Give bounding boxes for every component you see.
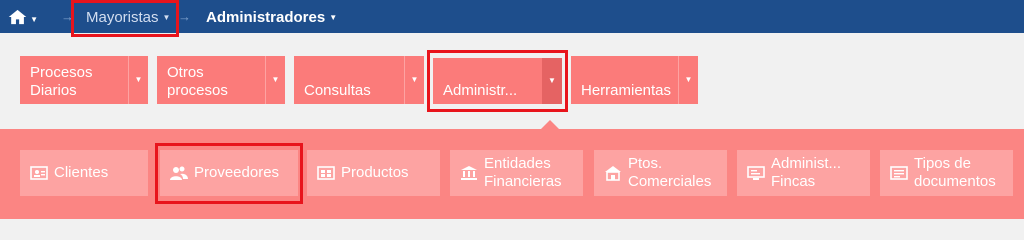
- home-icon: [8, 9, 27, 25]
- products-grid-icon: [317, 164, 335, 182]
- category-label-line1: Procesos: [30, 64, 93, 81]
- users-icon: [170, 164, 188, 182]
- submenu-item-ptos-comerciales[interactable]: Ptos. Comerciales: [594, 150, 727, 196]
- submenu-item-administracion-fincas[interactable]: Administ... Fincas: [737, 150, 870, 196]
- chevron-down-icon: ▼: [30, 14, 38, 24]
- submenu-label-line2: documentos: [914, 173, 996, 190]
- monitor-icon: [747, 164, 765, 182]
- category-label-line2: Diarios: [30, 82, 77, 99]
- contact-card-icon: [30, 164, 48, 182]
- submenu-label-line1: Administ...: [771, 155, 842, 172]
- breadcrumb-label: Administradores: [206, 9, 326, 26]
- top-navigation-bar: ▼ → Mayoristas ▼ → Administradores ▼: [0, 0, 1024, 33]
- chevron-down-icon: ▼: [329, 13, 338, 22]
- category-herramientas[interactable]: Herramientas ▼: [571, 56, 698, 104]
- submenu-item-tipos-documentos[interactable]: Tipos de documentos: [880, 150, 1013, 196]
- store-icon: [604, 164, 622, 182]
- chevron-down-icon[interactable]: ▼: [678, 56, 698, 104]
- category-label-line2: Herramientas: [581, 82, 672, 99]
- submenu-label-line2: Fincas: [771, 173, 816, 190]
- chevron-down-icon: ▼: [162, 13, 171, 22]
- chevron-down-icon[interactable]: ▼: [404, 56, 424, 104]
- submenu-label: Proveedores: [194, 164, 280, 181]
- submenu-label-line2: Comerciales: [628, 173, 712, 190]
- bank-icon: [460, 164, 478, 182]
- category-consultas[interactable]: Consultas ▼: [294, 56, 424, 104]
- breadcrumb-item-administradores[interactable]: Administradores ▼: [206, 9, 337, 26]
- category-otros-procesos[interactable]: Otros procesos ▼: [157, 56, 285, 104]
- category-label-line1: Otros: [167, 64, 204, 81]
- submenu-label: Productos: [341, 164, 409, 181]
- submenu-panel: Clientes Proveedores Productos Entidades…: [0, 129, 1024, 219]
- submenu-item-productos[interactable]: Productos: [307, 150, 440, 196]
- submenu-label: Clientes: [54, 164, 109, 181]
- submenu-item-entidades-financieras[interactable]: Entidades Financieras: [450, 150, 583, 196]
- category-label-line2: Administr...: [443, 82, 518, 99]
- chevron-down-icon[interactable]: ▼: [542, 58, 562, 104]
- category-label-line2: Consultas: [304, 82, 371, 99]
- submenu-label-line2: Financieras: [484, 173, 562, 190]
- submenu-item-clientes[interactable]: Clientes: [20, 150, 148, 196]
- submenu-label-line1: Entidades: [484, 155, 551, 172]
- chevron-down-icon[interactable]: ▼: [128, 56, 148, 104]
- breadcrumb-separator-icon: →: [61, 9, 74, 24]
- breadcrumb-separator-icon: →: [178, 9, 191, 24]
- chevron-down-icon[interactable]: ▼: [265, 56, 285, 104]
- category-label-line2: procesos: [167, 82, 228, 99]
- document-list-icon: [890, 164, 908, 182]
- submenu-label-line1: Ptos.: [628, 155, 663, 172]
- home-button[interactable]: ▼: [8, 6, 38, 28]
- breadcrumb-label: Mayoristas: [86, 9, 159, 26]
- category-procesos-diarios[interactable]: Procesos Diarios ▼: [20, 56, 148, 104]
- category-administracion[interactable]: Administr... ▼: [433, 58, 562, 104]
- breadcrumb-item-mayoristas[interactable]: Mayoristas ▼: [86, 9, 170, 26]
- submenu-item-proveedores[interactable]: Proveedores: [160, 150, 298, 196]
- submenu-label-line1: Tipos de: [914, 155, 971, 172]
